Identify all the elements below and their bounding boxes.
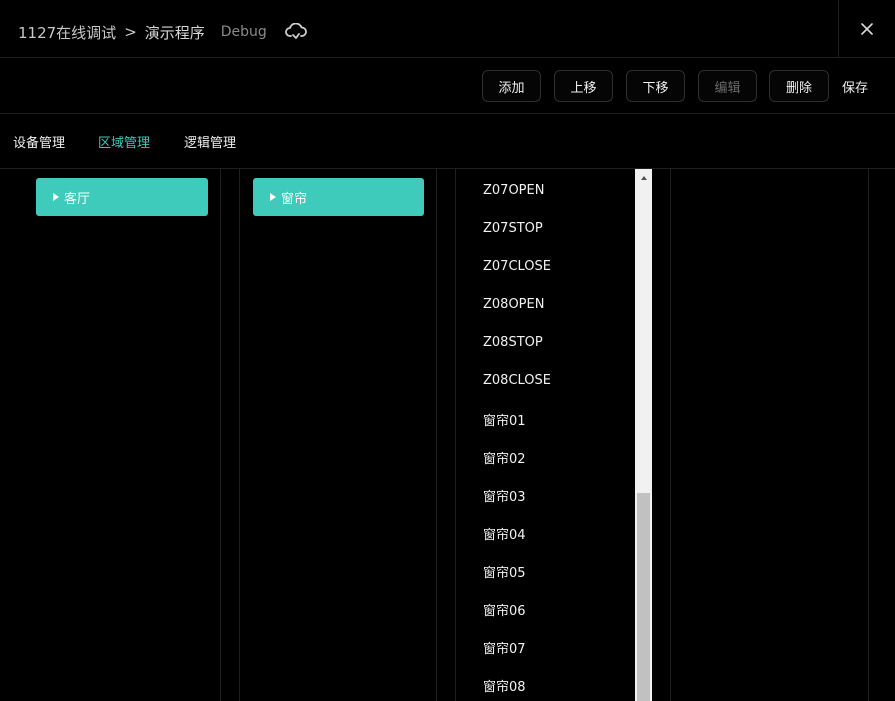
close-icon bbox=[861, 23, 873, 35]
caret-right-icon bbox=[270, 193, 276, 201]
list-item[interactable]: 窗帘02 bbox=[483, 448, 526, 467]
list-item[interactable]: 窗帘07 bbox=[483, 638, 526, 657]
breadcrumb: 1127在线调试 > 演示程序 Debug bbox=[18, 21, 307, 43]
save-button[interactable]: 保存 bbox=[842, 70, 868, 102]
move-down-button[interactable]: 下移 bbox=[626, 70, 685, 102]
tab-area-management[interactable]: 区域管理 bbox=[98, 132, 150, 151]
list-item[interactable]: 窗帘08 bbox=[483, 676, 526, 695]
command-list[interactable]: Z07OPEN Z07STOP Z07CLOSE Z08OPEN Z08STOP… bbox=[456, 169, 634, 701]
column-divider bbox=[220, 169, 221, 701]
list-item[interactable]: Z08OPEN bbox=[483, 297, 544, 312]
add-button[interactable]: 添加 bbox=[482, 70, 541, 102]
group-node-curtain[interactable]: 窗帘 bbox=[253, 178, 424, 216]
tab-logic-management[interactable]: 逻辑管理 bbox=[184, 132, 236, 151]
column-divider bbox=[436, 169, 437, 701]
toolbar: 添加 上移 下移 编辑 删除 保存 bbox=[0, 58, 895, 114]
scroll-up-arrow-icon[interactable] bbox=[635, 169, 652, 186]
caret-right-icon bbox=[53, 193, 59, 201]
list-item[interactable]: 窗帘03 bbox=[483, 486, 526, 505]
column-divider bbox=[239, 169, 240, 701]
tab-bar: 设备管理 区域管理 逻辑管理 bbox=[0, 114, 895, 169]
close-button[interactable] bbox=[838, 0, 895, 58]
list-item[interactable]: Z08CLOSE bbox=[483, 373, 551, 388]
list-scrollbar[interactable] bbox=[635, 169, 652, 701]
group-node-label: 窗帘 bbox=[281, 191, 308, 207]
cloud-sync-icon[interactable] bbox=[284, 22, 307, 41]
column-divider bbox=[868, 169, 869, 701]
tab-device-management[interactable]: 设备管理 bbox=[13, 132, 65, 151]
breadcrumb-program: 演示程序 bbox=[144, 23, 205, 42]
list-item[interactable]: Z07CLOSE bbox=[483, 259, 551, 274]
move-up-button[interactable]: 上移 bbox=[554, 70, 613, 102]
edit-button[interactable]: 编辑 bbox=[698, 70, 757, 102]
list-item[interactable]: 窗帘05 bbox=[483, 562, 526, 581]
breadcrumb-separator-icon: > bbox=[124, 23, 137, 41]
mode-label: Debug bbox=[220, 24, 267, 40]
window-header: 1127在线调试 > 演示程序 Debug bbox=[0, 0, 895, 58]
list-item[interactable]: 窗帘06 bbox=[483, 600, 526, 619]
list-item[interactable]: Z07STOP bbox=[483, 221, 543, 236]
scroll-thumb[interactable] bbox=[637, 493, 650, 701]
list-item[interactable]: 窗帘04 bbox=[483, 524, 526, 543]
list-item[interactable]: Z07OPEN bbox=[483, 183, 544, 198]
area-node-living-room[interactable]: 客厅 bbox=[36, 178, 208, 216]
breadcrumb-project[interactable]: 1127在线调试 bbox=[18, 22, 116, 43]
area-node-label: 客厅 bbox=[64, 191, 91, 207]
list-item[interactable]: Z08STOP bbox=[483, 335, 543, 350]
column-divider bbox=[670, 169, 671, 701]
delete-button[interactable]: 删除 bbox=[769, 70, 829, 102]
list-item[interactable]: 窗帘01 bbox=[483, 410, 526, 429]
